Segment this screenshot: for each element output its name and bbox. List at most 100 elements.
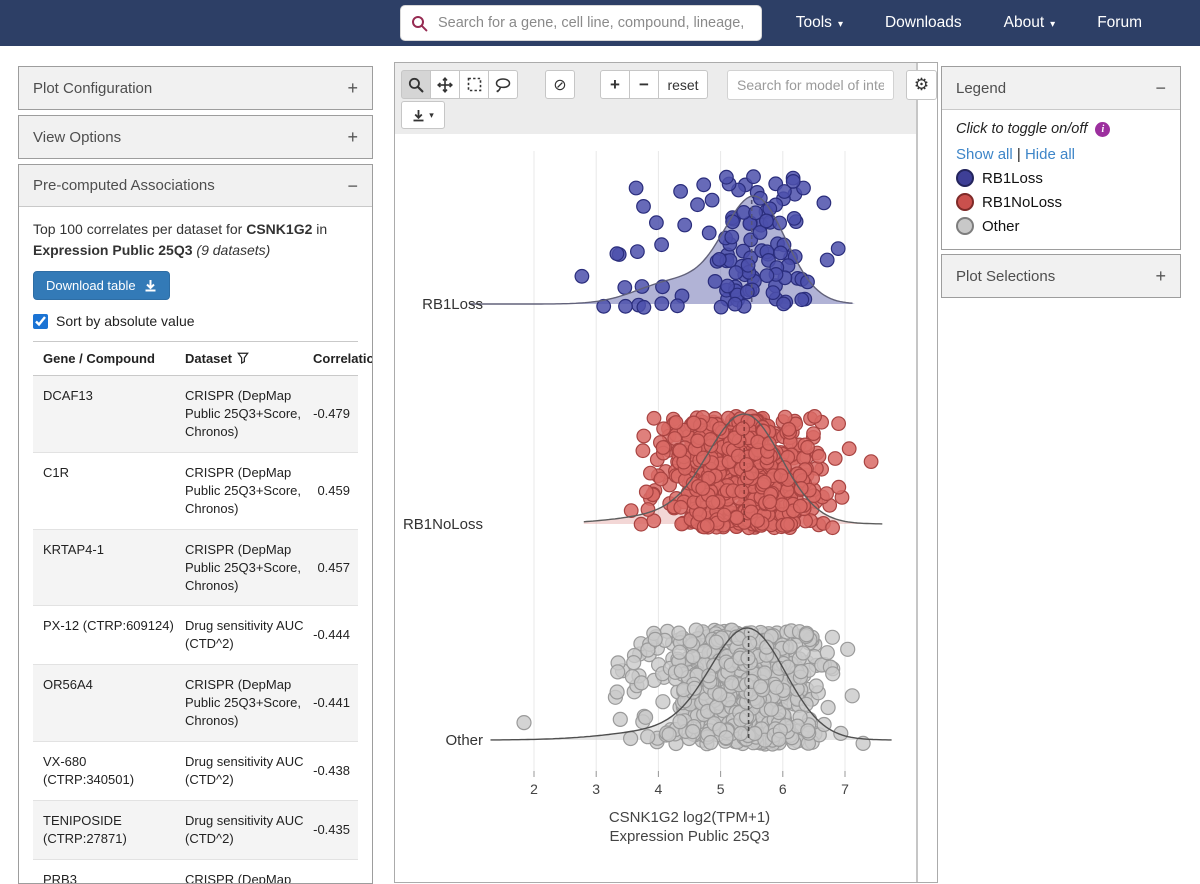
- magnifier-icon: [408, 77, 424, 92]
- legend-item-label: RB1NoLoss: [982, 193, 1063, 211]
- download-icon: [413, 109, 424, 121]
- associations-summary: Top 100 correlates per dataset for CSNK1…: [33, 219, 358, 261]
- table-row[interactable]: KRTAP4-1 CRISPR (DepMap Public 25Q3+Scor…: [33, 529, 358, 607]
- plot-download-button[interactable]: ▾: [401, 101, 445, 129]
- plot-configuration-section: Plot Configuration +: [18, 66, 373, 110]
- dataset-label: CRISPR (DepMap Public 25Q3+Score, Chrono…: [185, 677, 301, 729]
- legend-hint: Click to toggle on/off i: [956, 121, 1166, 137]
- gene-label: OR56A4: [43, 677, 93, 693]
- violin-group-rb1loss[interactable]: RB1Loss: [422, 169, 855, 315]
- legend-hint-text: Click to toggle on/off: [956, 121, 1088, 137]
- legend-item-label: Other: [982, 217, 1020, 235]
- box-select-button[interactable]: [459, 70, 489, 99]
- nav-item-about[interactable]: About ▾: [1004, 14, 1056, 32]
- global-search[interactable]: [400, 5, 762, 41]
- nav-item-label: About: [1003, 14, 1045, 31]
- global-search-input[interactable]: [436, 14, 751, 32]
- legend-item-rb1loss[interactable]: RB1Loss: [956, 169, 1166, 187]
- plot-panel: ⊘ + − reset ⚙ ▾ RB1Loss RB1NoLoss Other 2 3 4…: [394, 62, 938, 883]
- gene-label: PX-12 (CTRP:609124): [43, 618, 174, 634]
- pan-mode-button[interactable]: [430, 70, 460, 99]
- svg-text:5: 5: [717, 781, 725, 797]
- table-row[interactable]: PX-12 (CTRP:609124) Drug sensitivity AUC…: [33, 606, 358, 666]
- table-row[interactable]: PRB3 CRISPR (DepMap Public 25Q3+Score, C…: [33, 860, 358, 883]
- download-table-button[interactable]: Download table: [33, 271, 170, 300]
- zoom-in-button[interactable]: +: [600, 70, 630, 99]
- svg-text:4: 4: [655, 781, 663, 797]
- expand-icon: +: [347, 127, 358, 147]
- table-row[interactable]: C1R CRISPR (DepMap Public 25Q3+Score, Ch…: [33, 453, 358, 530]
- violin-group-rb1noloss[interactable]: RB1NoLoss: [403, 409, 883, 536]
- nav-item-forum[interactable]: Forum: [1097, 14, 1142, 32]
- legend-swatch-icon: [956, 217, 974, 235]
- plot-selections-header[interactable]: Plot Selections +: [942, 255, 1180, 297]
- x-axis: 2 3 4 5 6 7 CSNK1G2 log2(TPM+1) Expression Publ…: [530, 771, 849, 845]
- dataset-label: CRISPR (DepMap Public 25Q3+Score, Chrono…: [185, 464, 301, 516]
- search-icon: [412, 15, 428, 31]
- violin-group-other[interactable]: Other: [445, 622, 892, 752]
- table-body: DCAF13 CRISPR (DepMap Public 25Q3+Score,…: [33, 376, 358, 883]
- zoom-mode-button[interactable]: [401, 70, 431, 99]
- nav-item-tools[interactable]: Tools ▾: [796, 14, 843, 32]
- column-header-correlation[interactable]: Correlation▼: [313, 351, 372, 366]
- legend-item-other[interactable]: Other: [956, 217, 1166, 235]
- section-title: Plot Selections: [956, 267, 1056, 285]
- expand-icon: +: [347, 78, 358, 98]
- gene-label: C1R: [43, 464, 70, 480]
- section-title: Plot Configuration: [33, 79, 153, 97]
- column-header-gene[interactable]: Gene / Compound: [43, 351, 185, 366]
- expression-violin-plot[interactable]: RB1Loss RB1NoLoss Other 2 3 4 5 6 7 CSNK1G2 log2(…: [395, 134, 937, 882]
- dataset-count: (9 datasets): [192, 242, 271, 258]
- right-sidebar: Legend − Click to toggle on/off i Show a…: [941, 66, 1181, 298]
- legend-header[interactable]: Legend −: [942, 67, 1180, 109]
- table-row[interactable]: OR56A4 CRISPR (DepMap Public 25Q3+Score,…: [33, 665, 358, 743]
- zoom-out-button[interactable]: −: [629, 70, 659, 99]
- summary-text: in: [312, 221, 328, 237]
- correlation-value: -0.479: [313, 405, 350, 421]
- link-separator: |: [1016, 146, 1021, 163]
- plot-configuration-header[interactable]: Plot Configuration +: [19, 67, 372, 109]
- plot-selections-section: Plot Selections +: [941, 254, 1181, 298]
- legend-body: Click to toggle on/off i Show all | Hide…: [942, 109, 1180, 249]
- table-header: Gene / Compound Dataset Correlation▼: [33, 341, 372, 376]
- svg-text:3: 3: [592, 781, 600, 797]
- top-navbar: Tools ▾ Downloads About ▾ Forum: [0, 0, 1200, 46]
- table-row[interactable]: TENIPOSIDE (CTRP:27871) Drug sensitivity…: [33, 801, 358, 860]
- correlation-value: -0.444: [313, 627, 350, 643]
- show-all-link[interactable]: Show all: [956, 146, 1013, 163]
- nav-links: Tools ▾ Downloads About ▾ Forum: [796, 0, 1142, 46]
- table-row[interactable]: VX-680 (CTRP:340501) Drug sensitivity AU…: [33, 742, 358, 801]
- svg-text:7: 7: [841, 781, 849, 797]
- column-header-label: Dataset: [185, 351, 232, 366]
- collapse-icon: −: [1155, 78, 1166, 98]
- precomputed-associations-header[interactable]: Pre-computed Associations −: [19, 165, 372, 207]
- precomputed-associations-section: Pre-computed Associations − Top 100 corr…: [18, 164, 373, 884]
- chevron-down-icon: ▾: [837, 18, 843, 30]
- legend-item-list: RB1Loss RB1NoLoss Other: [956, 169, 1166, 235]
- legend-item-rb1noloss[interactable]: RB1NoLoss: [956, 193, 1166, 211]
- legend-swatch-icon: [956, 193, 974, 211]
- section-title: View Options: [33, 128, 122, 146]
- category-label: RB1NoLoss: [403, 516, 483, 533]
- chevron-down-icon: ▾: [429, 109, 434, 120]
- legend-swatch-icon: [956, 169, 974, 187]
- info-icon[interactable]: i: [1095, 121, 1111, 137]
- model-search-input[interactable]: [727, 70, 894, 100]
- gene-label: DCAF13: [43, 388, 93, 403]
- reset-view-button[interactable]: reset: [658, 70, 708, 99]
- points-other[interactable]: [516, 622, 871, 752]
- plot-settings-button[interactable]: ⚙: [906, 70, 937, 100]
- hide-all-link[interactable]: Hide all: [1025, 146, 1075, 163]
- nav-item-downloads[interactable]: Downloads: [885, 14, 962, 32]
- view-options-header[interactable]: View Options +: [19, 116, 372, 158]
- table-row[interactable]: DCAF13 CRISPR (DepMap Public 25Q3+Score,…: [33, 376, 358, 453]
- lasso-select-button[interactable]: [488, 70, 518, 99]
- sort-absolute-checkbox[interactable]: [33, 313, 48, 329]
- column-header-dataset[interactable]: Dataset: [185, 351, 313, 366]
- dataset-label: CRISPR (DepMap Public 25Q3+Score, Chrono…: [185, 541, 301, 593]
- correlation-value: -0.435: [313, 821, 350, 837]
- filter-icon[interactable]: [237, 352, 249, 364]
- clear-selection-button[interactable]: ⊘: [545, 70, 575, 99]
- sort-absolute-row: Sort by absolute value: [33, 313, 358, 329]
- sort-absolute-label: Sort by absolute value: [56, 313, 195, 329]
